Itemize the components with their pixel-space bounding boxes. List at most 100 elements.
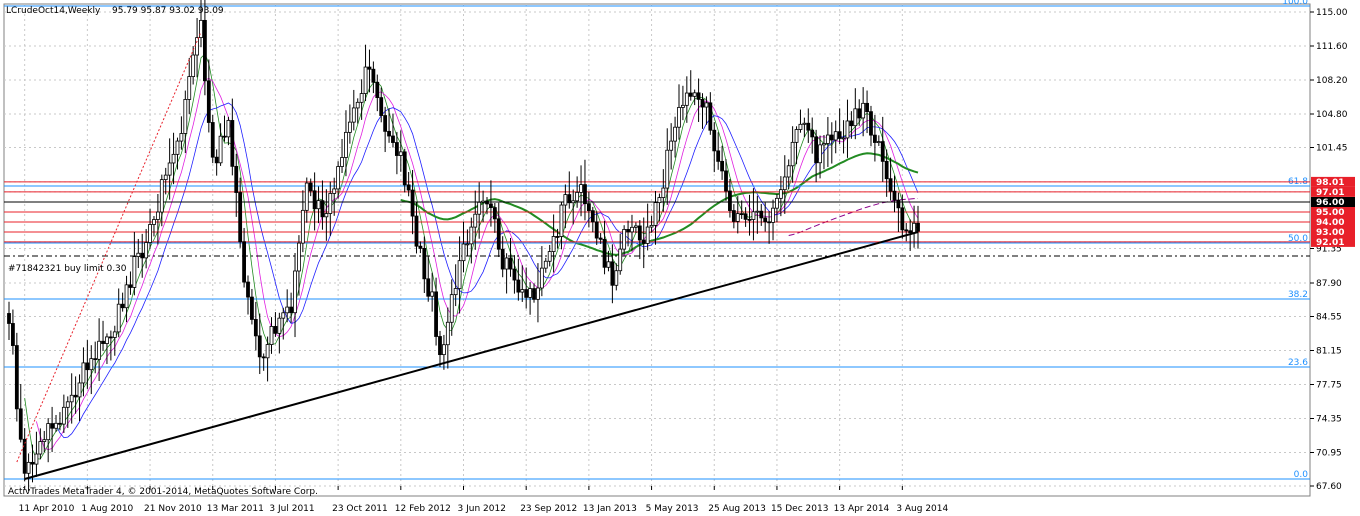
x-tick-label: 1 Aug 2010	[81, 504, 133, 514]
candle-body	[477, 201, 482, 215]
candle-body	[144, 242, 149, 259]
candle-body	[344, 131, 348, 158]
candle-body	[532, 288, 536, 300]
candle-body	[171, 153, 176, 164]
candle-body	[136, 252, 141, 257]
candle-body	[54, 422, 58, 429]
candle-body	[504, 257, 509, 270]
x-tick-label: 25 Aug 2013	[708, 504, 766, 514]
candle-body	[128, 284, 133, 288]
y-tick-label: 81.15	[1316, 347, 1342, 357]
candle-body	[226, 120, 231, 138]
candle-body	[806, 122, 811, 131]
candle-body	[14, 345, 19, 410]
candle-body	[473, 213, 478, 228]
candle-body	[481, 200, 485, 203]
candle-body	[105, 336, 109, 344]
candle-body	[575, 191, 580, 202]
candle-body	[571, 200, 576, 204]
candle-body	[257, 335, 262, 358]
candle-body	[704, 102, 709, 108]
candle-body	[179, 133, 184, 142]
candle-body	[108, 336, 113, 339]
y-tick-label: 67.60	[1316, 482, 1342, 492]
candle-body	[790, 141, 795, 167]
x-tick-label: 3 Aug 2014	[896, 504, 948, 514]
candle-body	[849, 120, 854, 127]
candle-body	[645, 226, 650, 244]
candle-body	[869, 111, 873, 136]
candle-body	[500, 248, 505, 270]
candle-body	[641, 239, 646, 244]
candle-body	[308, 182, 313, 192]
candle-body	[567, 194, 572, 204]
candle-body	[896, 199, 901, 209]
candle-body	[798, 123, 803, 130]
candle-body	[163, 174, 168, 181]
candle-body	[265, 344, 270, 359]
candle-body	[724, 170, 728, 192]
candle-body	[876, 141, 881, 144]
candle-body	[661, 187, 666, 198]
candle-body	[618, 248, 623, 272]
candle-body	[73, 394, 78, 398]
price-tag-label: 92.01	[1316, 238, 1344, 248]
price-chart: 100.061.850.038.223.60.0 115.00111.60108…	[0, 0, 1360, 516]
candle-body	[469, 226, 474, 245]
candle-body	[297, 242, 301, 272]
candle-body	[712, 129, 717, 152]
candle-body	[410, 189, 415, 217]
candle-body	[50, 423, 54, 429]
candle-body	[747, 218, 752, 221]
candle-body	[46, 423, 51, 441]
candle-body	[759, 210, 764, 219]
price-tag-label: 95.00	[1316, 208, 1344, 218]
candle-body	[786, 165, 791, 178]
candle-body	[728, 190, 732, 211]
candle-body	[242, 241, 246, 283]
chart-ohlc: 95.79 95.87 93.02 93.09	[112, 6, 224, 16]
candle-body	[853, 108, 858, 127]
candle-body	[81, 362, 86, 384]
x-tick-label: 21 Nov 2010	[144, 504, 202, 514]
y-tick-label: 115.00	[1316, 8, 1348, 18]
candle-body	[97, 340, 102, 360]
candle-body	[394, 142, 399, 156]
candle-body	[253, 319, 258, 337]
candle-body	[559, 204, 564, 237]
candle-body	[810, 129, 815, 138]
candle-body	[434, 291, 438, 337]
fib-label: 100.0	[1282, 0, 1308, 7]
candle-body	[58, 422, 62, 425]
candle-body	[720, 160, 724, 172]
fib-label: 23.6	[1288, 358, 1308, 368]
candle-body	[132, 256, 137, 288]
candle-body	[912, 222, 916, 234]
candle-body	[520, 289, 525, 293]
candle-body	[363, 66, 368, 94]
candle-body	[684, 92, 689, 106]
candle-body	[916, 222, 920, 232]
candle-body	[277, 317, 282, 334]
candle-body	[735, 213, 740, 222]
candle-body	[261, 356, 266, 359]
candle-body	[112, 331, 117, 338]
candle-body	[340, 157, 344, 167]
candle-body	[524, 289, 529, 298]
candle-body	[614, 270, 619, 286]
candle-body	[630, 226, 634, 233]
candle-body	[183, 99, 188, 134]
candle-body	[606, 261, 611, 268]
candle-body	[547, 251, 552, 262]
candle-body	[516, 279, 521, 293]
candle-body	[543, 260, 548, 269]
x-tick-label: 23 Oct 2011	[332, 504, 388, 514]
candle-body	[794, 129, 799, 143]
candle	[210, 114, 215, 164]
candle-body	[778, 189, 783, 199]
candle-body	[293, 270, 297, 314]
candle-body	[551, 236, 556, 252]
candle-body	[892, 190, 897, 201]
candle-body	[42, 439, 47, 442]
y-tick-label: 87.90	[1316, 279, 1342, 289]
